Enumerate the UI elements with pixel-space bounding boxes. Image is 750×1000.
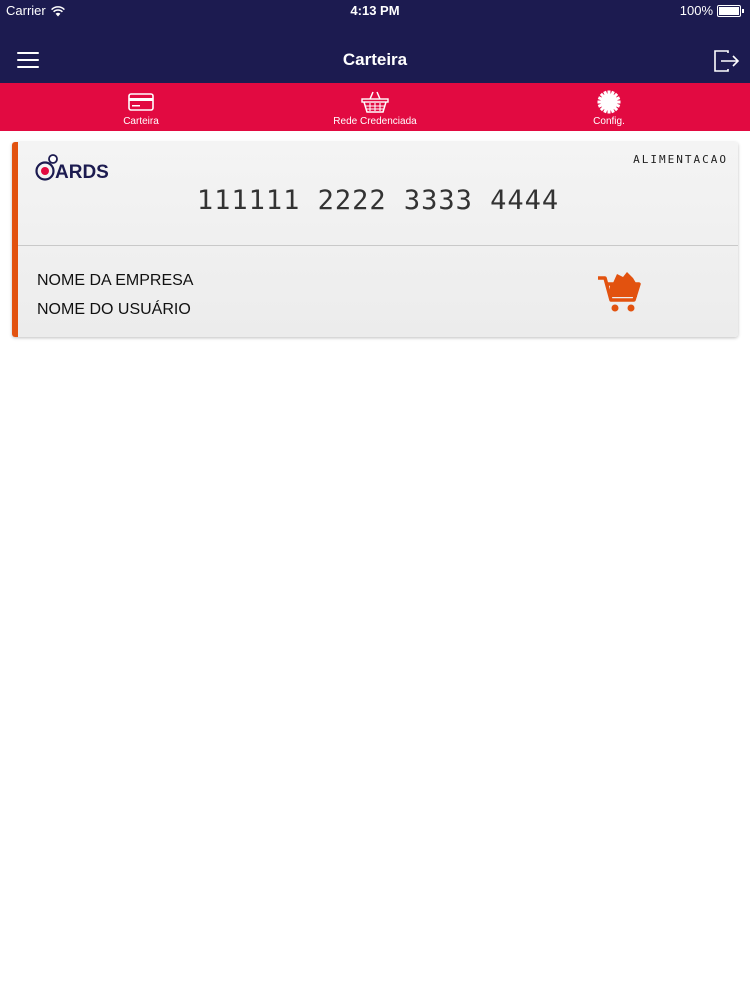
battery-icon <box>717 5 741 17</box>
card-divider <box>18 245 738 246</box>
page-title: Carteira <box>342 50 408 69</box>
tab-bar: Carteira Rede Credenciada Config. <box>0 83 750 131</box>
card-number: 111111 2222 3333 4444 <box>196 185 560 216</box>
status-bar: Carrier 4:13 PM 100% <box>0 0 750 22</box>
logo-text: ARDS <box>55 162 109 183</box>
logout-icon[interactable] <box>712 49 740 73</box>
credit-card-icon <box>128 93 154 111</box>
shopping-cart-icon <box>598 272 641 312</box>
user-name: NOME DO USUÁRIO <box>37 301 191 318</box>
navigation-bar: Carteira <box>0 38 750 82</box>
app-header: Carrier 4:13 PM 100% Carteira <box>0 0 750 83</box>
company-name: NOME DA EMPRESA <box>37 272 194 289</box>
tab-rede-credenciada[interactable]: Rede Credenciada <box>295 83 455 131</box>
tab-carteira[interactable]: Carteira <box>61 83 221 131</box>
tab-label: Rede Credenciada <box>333 116 417 127</box>
card-type: ALIMENTACAO <box>633 153 728 166</box>
clock: 4:13 PM <box>350 3 400 18</box>
tab-config[interactable]: Config. <box>529 83 689 131</box>
wallet-card[interactable]: ARDS ALIMENTACAO 111111 2222 3333 4444 N… <box>12 142 738 337</box>
battery-percent: 100% <box>679 3 713 18</box>
tab-label: Carteira <box>123 116 159 127</box>
basket-icon <box>361 91 389 113</box>
cards-logo: ARDS <box>35 154 109 183</box>
card-top-section: ARDS ALIMENTACAO 111111 2222 3333 4444 <box>18 142 738 245</box>
battery-indicator: 100% <box>680 0 744 22</box>
gear-icon <box>597 90 621 114</box>
tab-label: Config. <box>593 116 625 127</box>
